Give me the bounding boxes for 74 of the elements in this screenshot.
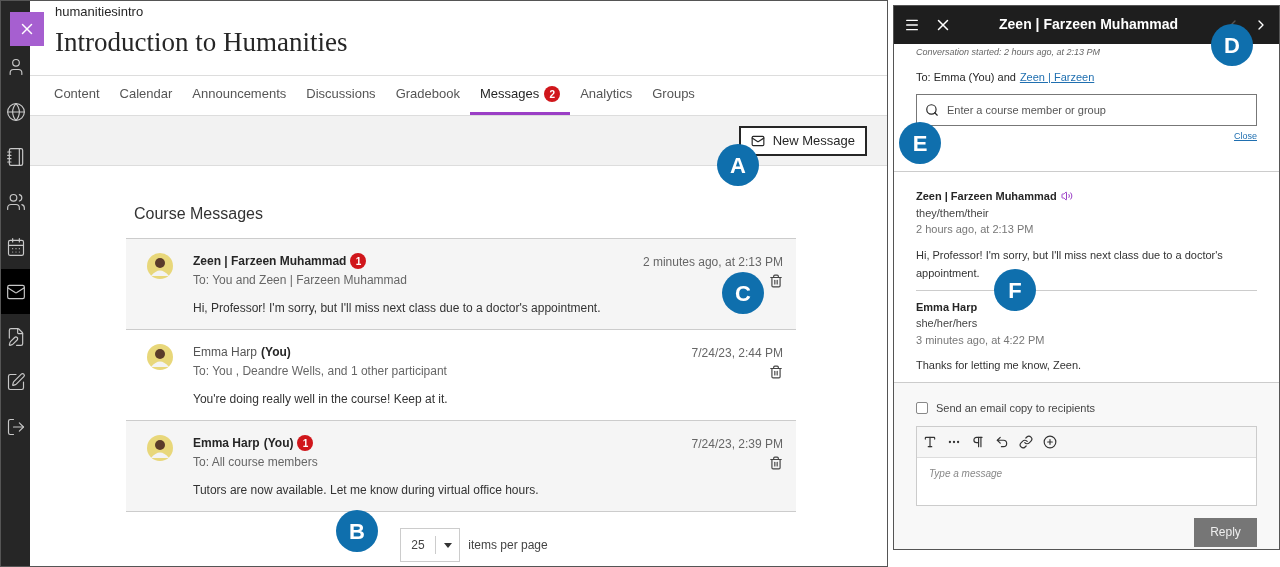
tab[interactable]: Announcements xyxy=(182,76,297,115)
checkbox-label: Send an email copy to recipients xyxy=(936,401,1095,417)
tab[interactable]: Gradebook xyxy=(385,76,470,115)
search-icon xyxy=(925,102,939,117)
recipient-link[interactable]: Zeen | Farzeen xyxy=(1019,69,1095,86)
tab[interactable]: Groups xyxy=(642,76,705,115)
recipients: To: Emma (You) and xyxy=(916,70,1016,86)
tab[interactable]: Analytics xyxy=(570,76,643,115)
tab[interactable]: Calendar xyxy=(109,76,183,115)
dropdown-icon xyxy=(443,542,452,548)
message-preview: Hi, Professor! I'm sorry, but I'll miss next class due to a doctor's appointment. xyxy=(193,300,602,317)
recipient-search-field[interactable]: Enter a course member or group xyxy=(916,93,1257,126)
signout-icon xyxy=(5,416,26,437)
message-preview: Tutors are now available. Let me know during virtual office hours. xyxy=(193,482,540,499)
checkbox[interactable] xyxy=(916,402,928,415)
paragraph-icon[interactable] xyxy=(971,434,985,449)
close-link[interactable]: Close xyxy=(1234,129,1257,144)
sender-name: Emma Harp xyxy=(193,435,260,452)
speaker-icon[interactable] xyxy=(1060,190,1073,203)
delete-icon[interactable] xyxy=(769,274,783,288)
unread-badge: 2 xyxy=(544,86,561,102)
recipients: To: All course members xyxy=(193,454,319,471)
tab[interactable]: Content xyxy=(44,76,110,115)
callout-marker: A xyxy=(717,144,759,186)
book-icon xyxy=(5,146,26,167)
message-field[interactable]: Type a message xyxy=(917,457,1256,505)
avatar xyxy=(147,253,173,279)
undo-icon[interactable] xyxy=(995,434,1009,449)
callout-marker: D xyxy=(1211,24,1253,66)
course-code: humanitiesintro xyxy=(55,4,145,20)
message-time: 2 minutes ago, at 2:13 PM xyxy=(642,254,783,271)
conversation-started: Conversation started: 2 hours ago, at 2:13 PM xyxy=(916,45,1101,59)
message-preview: You're doing really well in the course! Keep at it. xyxy=(193,391,449,408)
tab[interactable]: Discussions xyxy=(296,76,386,115)
page-size-label: items per page xyxy=(468,537,548,554)
sender-name: Zeen | Farzeen Muhammad xyxy=(193,253,347,270)
insert-icon[interactable] xyxy=(1043,434,1057,449)
text-style-icon[interactable] xyxy=(923,434,937,449)
you-label: (You) xyxy=(261,344,291,361)
pronouns: she/her/hers xyxy=(916,316,979,332)
author-name: Emma Harp xyxy=(916,299,978,315)
delete-icon[interactable] xyxy=(769,365,783,379)
message-row[interactable]: Emma Harp (You) 1 To: All course members Tutors are now available. Let me know during virtual office hours. 7/24/23, 2:39 PM xyxy=(126,420,796,511)
sender-name: Emma Harp xyxy=(193,344,257,361)
panel-title: Zeen | Farzeen Muhammad xyxy=(998,15,1179,35)
message-time: 7/24/23, 2:44 PM xyxy=(691,345,783,362)
avatar xyxy=(147,435,173,461)
message-editor[interactable]: Type a message xyxy=(916,425,1257,506)
recipients: To: You , Deandre Wells, and 1 other participant xyxy=(193,363,448,380)
avatar xyxy=(147,344,173,370)
unread-badge: 1 xyxy=(297,435,314,451)
unread-badge: 1 xyxy=(350,253,367,269)
callout-marker: B xyxy=(336,510,378,552)
callout-marker: E xyxy=(899,122,941,164)
recipients: To: You and Zeen | Farzeen Muhammad xyxy=(193,272,408,289)
section-title: Course Messages xyxy=(133,204,264,224)
globe-icon xyxy=(5,101,26,122)
message-time: 7/24/23, 2:39 PM xyxy=(691,436,783,453)
mail-icon xyxy=(750,133,765,148)
callout-marker: F xyxy=(994,269,1036,311)
link-icon[interactable] xyxy=(1019,434,1033,449)
message-time: 2 hours ago, at 2:13 PM xyxy=(916,222,1035,238)
page-size-select[interactable]: 25 xyxy=(400,528,461,562)
people-icon xyxy=(5,191,26,212)
edit-icon xyxy=(5,371,26,392)
you-label: (You) xyxy=(263,435,294,452)
new-message-button[interactable]: New Message xyxy=(738,125,867,156)
course-title: Introduction to Humanities xyxy=(55,26,349,59)
calendar-icon xyxy=(5,236,26,257)
pronouns: they/them/their xyxy=(916,205,990,221)
message-text: Thanks for letting me know, Zeen. xyxy=(916,358,1083,374)
delete-icon[interactable] xyxy=(769,456,783,470)
message-time: 3 minutes ago, at 4:22 PM xyxy=(916,332,1046,348)
author-name: Zeen | Farzeen Muhammad xyxy=(916,189,1057,205)
